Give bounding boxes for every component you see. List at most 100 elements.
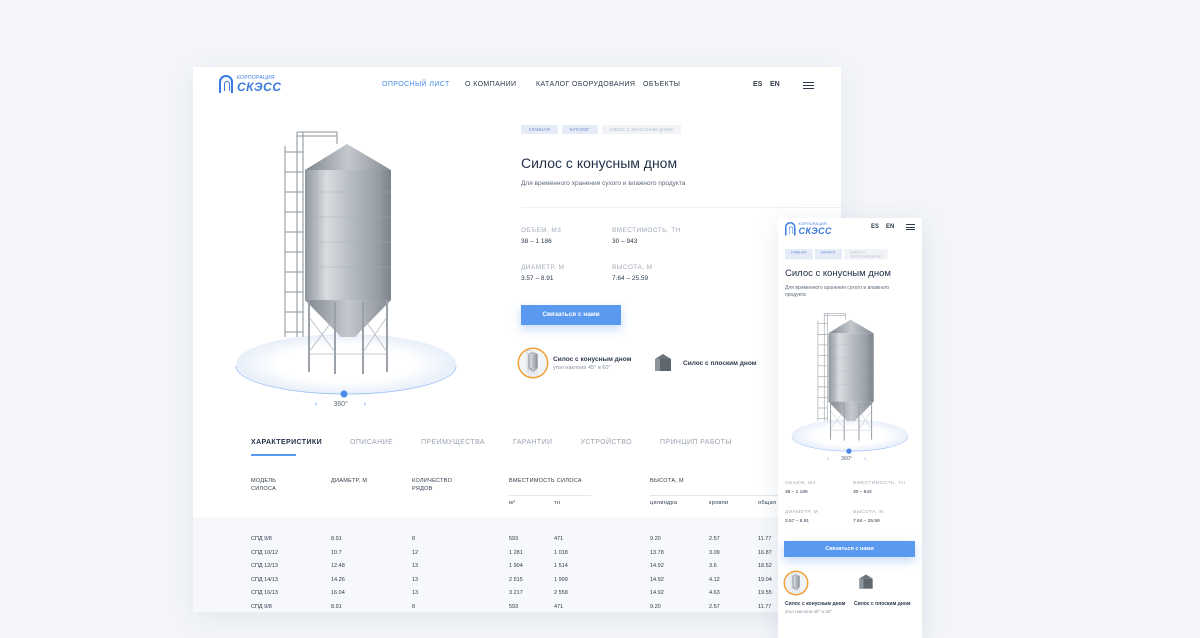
cell-tonnage: 1 018 [554, 549, 568, 556]
variant-title: Силос с конусным дном [553, 355, 632, 363]
breadcrumb-home[interactable]: ГЛАВНАЯ [785, 249, 813, 260]
variant-subtitle: угол наклона 45° и 60° [553, 364, 611, 371]
rotation-degrees: 360° [840, 456, 853, 462]
chevron-left-icon[interactable]: ‹ [827, 456, 829, 462]
breadcrumb-catalog[interactable]: КАТАЛОГ [561, 125, 598, 134]
breadcrumb-home[interactable]: ГЛАВНАЯ [521, 125, 558, 134]
product-3d-view[interactable] [780, 308, 920, 458]
active-tab-indicator [251, 454, 296, 456]
cell-h-total: 16.87 [758, 549, 772, 556]
breadcrumb-current: СИЛОС С КОНУСНЫМ ДНОМ [843, 249, 888, 260]
spec-height-label: ВЫСОТА, М [612, 264, 653, 271]
menu-icon[interactable] [803, 82, 814, 89]
lang-en[interactable]: EN [886, 224, 894, 230]
cell-h-roof: 3.6 [709, 563, 717, 569]
brand-logo[interactable]: КОРПОРАЦИЯ СКЭСС [219, 75, 282, 93]
th-sub-roof: кровли [709, 500, 729, 506]
variant-flat[interactable]: Силос с плоским дном [854, 572, 916, 607]
spec-capacity-value: 30 – 943 [612, 238, 638, 245]
product-3d-view[interactable] [231, 122, 461, 407]
breadcrumb: ГЛАВНАЯ КАТАЛОГ СИЛОС С КОНУСНЫМ ДНОМ [785, 249, 888, 260]
spec-capacity-label: ВМЕСТИМОСТЬ, ТН [612, 227, 681, 234]
silo-flat-thumb-icon [651, 351, 675, 375]
variant-title: Силос с плоским дном [854, 601, 911, 607]
brand-line2: СКЭСС [237, 79, 282, 94]
spec-volume-value: 38 – 1 186 [785, 490, 808, 495]
breadcrumb-catalog[interactable]: КАТАЛОГ [814, 249, 842, 260]
rotation-handle[interactable] [846, 448, 852, 454]
lang-es[interactable]: ES [871, 224, 879, 230]
cell-h-roof: 3.09 [709, 549, 720, 556]
variant-title: Силос с конусным дном [785, 601, 846, 607]
spec-diameter-label: ДИАМЕТР, М [785, 510, 818, 515]
spec-volume-label: ОБЪЕМ, М3 [785, 481, 816, 486]
cell-diameter: 8.91 [331, 603, 342, 610]
brand-logo[interactable]: КОРПОРАЦИЯ СКЭСС [785, 222, 832, 236]
cell-volume: 1 281 [509, 549, 523, 556]
th-sub-cylinder: цилиндра [650, 500, 678, 506]
th-rows: КОЛИЧЕСТВО РЯДОВ [412, 478, 453, 493]
cell-h-cylinder: 14.92 [650, 590, 664, 596]
spec-capacity-value: 30 – 943 [853, 490, 872, 495]
spec-diameter-value: 3.57 – 8.91 [521, 275, 554, 282]
tab-characteristics[interactable]: ХАРАКТЕРИСТИКИ [251, 439, 322, 446]
rotation-control: ‹ 360° › [315, 401, 366, 408]
variant-flat[interactable]: Силос с плоским дном [651, 351, 757, 375]
cell-volume: 593 [509, 603, 519, 610]
cell-h-cylinder: 9.20 [650, 536, 661, 542]
contact-button[interactable]: Связаться с нами [521, 305, 621, 325]
chevron-left-icon[interactable]: ‹ [315, 401, 317, 408]
menu-icon[interactable] [906, 224, 915, 230]
cell-volume: 593 [509, 536, 519, 542]
cell-h-roof: 2.57 [709, 603, 720, 610]
cell-rows: 8 [412, 536, 416, 542]
spec-height-value: 7.64 – 25.59 [612, 275, 649, 282]
contact-button[interactable]: Связаться с нами [784, 541, 915, 557]
cell-rows: 12 [412, 549, 419, 556]
silo-flat-thumb-icon [856, 572, 876, 592]
product-viewer[interactable] [231, 122, 461, 407]
cell-tonnage: 1 999 [554, 576, 568, 583]
cell-rows: 8 [412, 603, 416, 610]
th-diameter: ДИАМЕТР, М [331, 478, 368, 484]
variant-conical[interactable]: Силос с конусным дном угол наклона 45° и… [785, 572, 845, 614]
chevron-right-icon[interactable]: › [364, 401, 366, 408]
nav-item-company[interactable]: О КОМПАНИИ [465, 81, 516, 88]
product-viewer[interactable] [780, 308, 920, 458]
silo-conical-thumb-icon [519, 349, 547, 377]
cell-h-roof: 4.12 [709, 576, 720, 583]
tab-structure[interactable]: УСТРОЙСТВО [580, 439, 632, 446]
spec-height-label: ВЫСОТА, М [853, 510, 884, 515]
nav-item-objects[interactable]: ОБЪЕКТЫ [643, 81, 680, 88]
th-capacity: ВМЕСТИМОСТЬ СИЛОСА [509, 478, 582, 484]
divider [521, 207, 841, 208]
cell-h-cylinder: 14.92 [650, 563, 664, 569]
lang-en[interactable]: EN [770, 81, 780, 88]
tab-advantages[interactable]: ПРЕИМУЩЕСТВА [421, 439, 485, 446]
cell-model: СПД 10/12 [251, 549, 278, 556]
cell-h-total: 11.77 [758, 603, 772, 610]
cell-model: СПД 16/13 [251, 590, 278, 596]
breadcrumb-current: СИЛОС С КОНУСНЫМ ДНОМ [601, 125, 681, 134]
nav-item-catalog[interactable]: КАТАЛОГ ОБОРУДОВАНИЯ [536, 81, 635, 88]
rotation-handle[interactable] [340, 390, 348, 398]
lang-es[interactable]: ES [753, 81, 762, 88]
cell-diameter: 10.7 [331, 549, 342, 556]
rotation-degrees: 360° [333, 401, 348, 408]
spec-volume-value: 38 – 1 186 [521, 238, 552, 245]
cell-tonnage: 2 558 [554, 590, 568, 596]
nav-item-survey[interactable]: ОПРОСНЫЙ ЛИСТ [382, 81, 450, 88]
tab-guarantees[interactable]: ГАРАНТИИ [513, 439, 552, 446]
cell-h-roof: 2.57 [709, 536, 720, 542]
tab-principle[interactable]: ПРИНЦИП РАБОТЫ [660, 439, 732, 446]
cell-h-total: 18.52 [758, 563, 772, 569]
variant-conical[interactable]: Силос с конусным дном угол наклона 45° и… [519, 349, 631, 377]
silo-conical-thumb-icon [785, 572, 807, 594]
tab-description[interactable]: ОПИСАНИЕ [350, 439, 393, 446]
chevron-right-icon[interactable]: › [864, 456, 866, 462]
cell-diameter: 12.48 [331, 563, 345, 569]
breadcrumb: ГЛАВНАЯ КАТАЛОГ СИЛОС С КОНУСНЫМ ДНОМ [521, 125, 681, 134]
brand-line2: СКЭСС [798, 225, 832, 236]
cell-volume: 2 515 [509, 576, 523, 583]
mobile-mockup: КОРПОРАЦИЯ СКЭСС ES EN ГЛАВНАЯ КАТАЛОГ С… [778, 218, 922, 638]
